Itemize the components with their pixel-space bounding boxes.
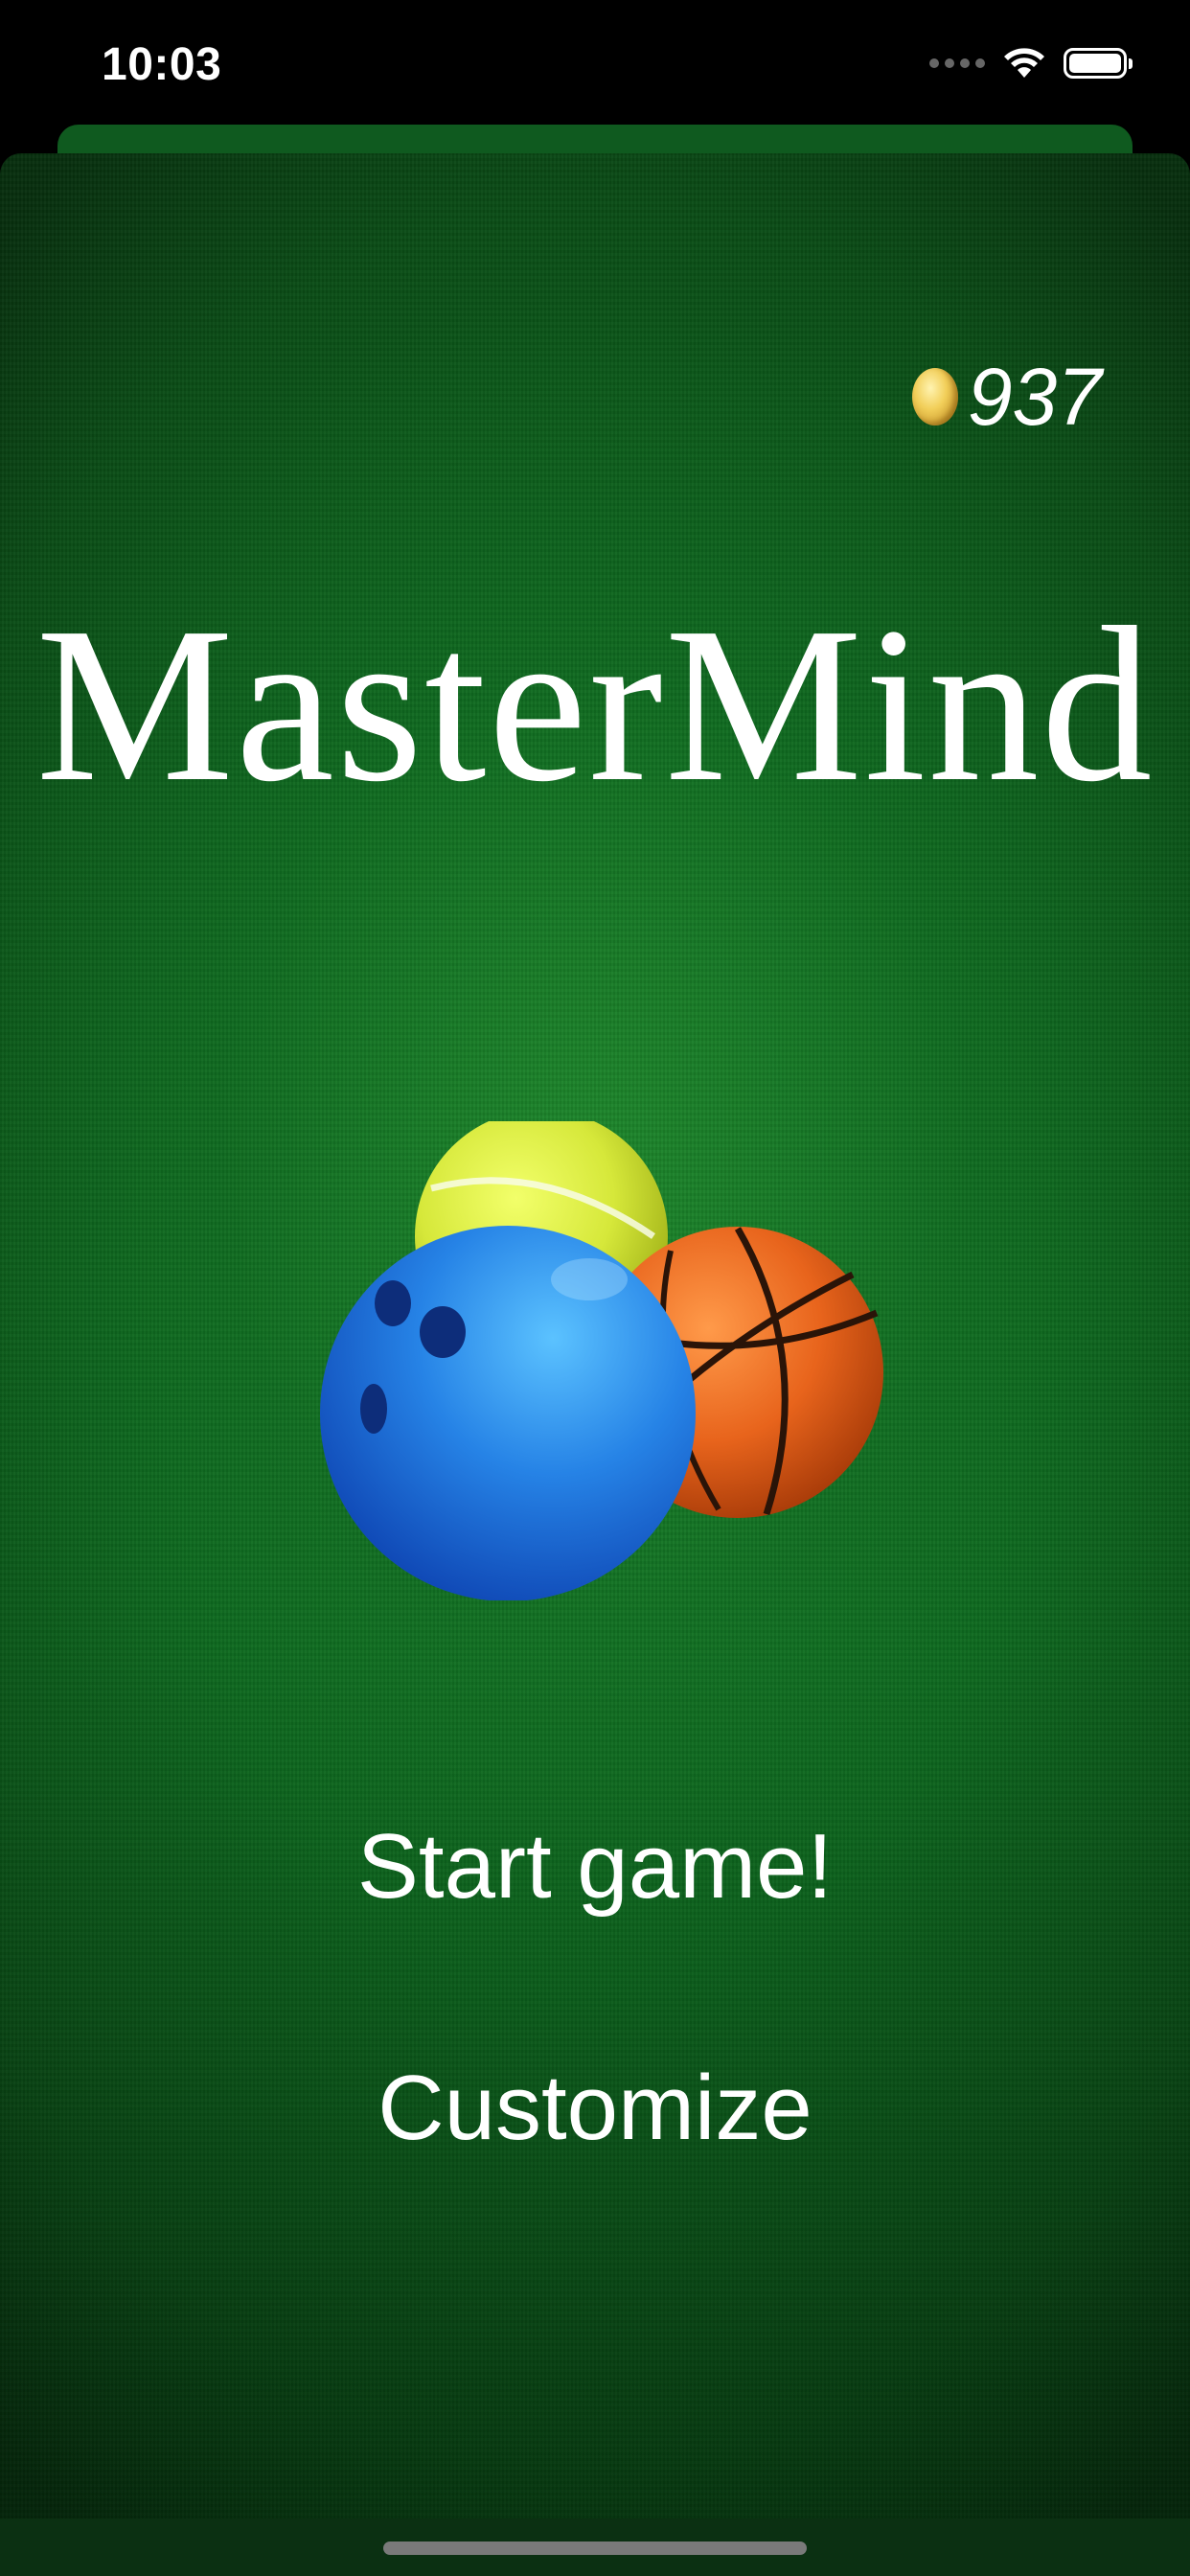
bowling-ball-icon — [320, 1226, 696, 1600]
customize-button[interactable]: Customize — [0, 2062, 1190, 2154]
app-screen: 10:03 937 MasterMind Start game! Customi… — [0, 0, 1190, 2576]
home-indicator[interactable] — [383, 2542, 807, 2555]
coin-count: 937 — [967, 352, 1102, 442]
coin-balance: 937 — [911, 352, 1102, 442]
gold-coin-icon — [911, 368, 958, 426]
game-title: MasterMind — [35, 582, 1155, 828]
status-time: 10:03 — [102, 39, 222, 90]
status-bar: 10:03 — [0, 0, 1190, 144]
start-game-button[interactable]: Start game! — [0, 1821, 1190, 1913]
sports-balls-illustration — [316, 1121, 901, 1600]
status-icons — [929, 44, 1133, 82]
cellular-signal-icon — [929, 58, 985, 68]
wifi-icon — [1004, 48, 1044, 78]
battery-icon — [1064, 48, 1133, 79]
